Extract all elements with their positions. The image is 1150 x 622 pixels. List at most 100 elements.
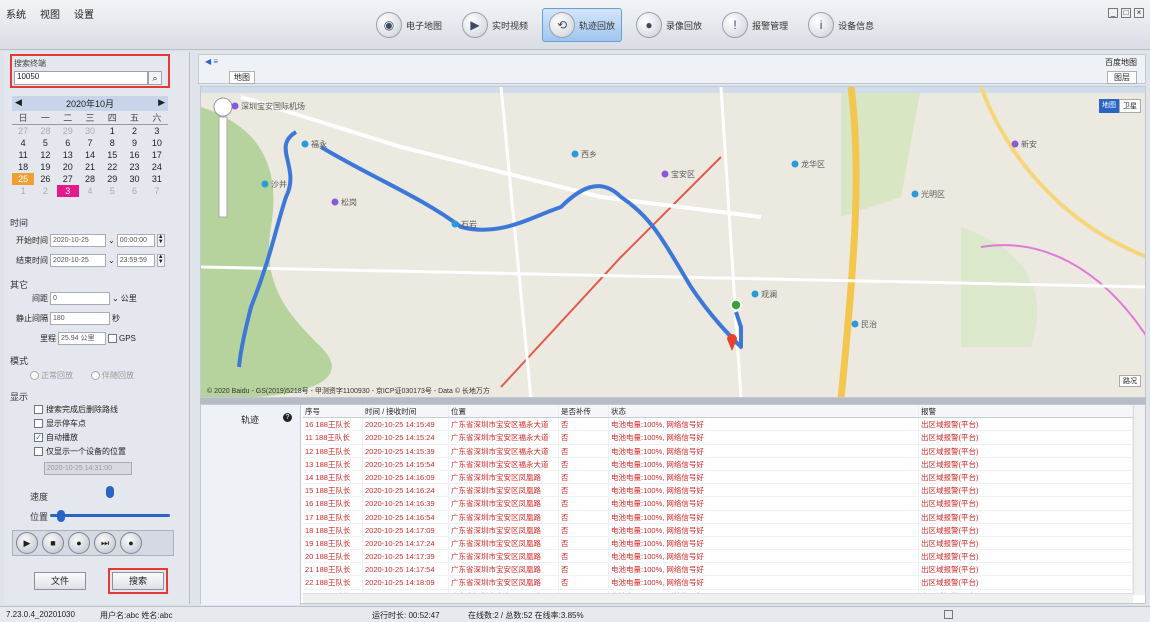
module-alarm-management[interactable]: ! 报警管理 (716, 8, 794, 42)
calendar-day[interactable]: 12 (34, 149, 56, 161)
calendar-day[interactable]: 26 (34, 173, 56, 185)
calendar-day[interactable]: 3 (56, 185, 79, 197)
start-date-field[interactable]: 2020-10-25 (50, 234, 106, 247)
module-electronic-map[interactable]: ◉ 电子地图 (370, 8, 448, 42)
calendar-day[interactable]: 28 (79, 173, 101, 185)
column-header[interactable]: 是否补传 (559, 405, 609, 418)
end-date-dropdown-icon[interactable]: ⌄ (108, 256, 115, 265)
calendar-day[interactable]: 9 (123, 137, 145, 149)
column-header[interactable]: 序号 (303, 405, 363, 418)
calendar-day[interactable]: 4 (12, 137, 34, 149)
next-month-icon[interactable]: ▶ (158, 97, 165, 110)
calendar-day[interactable]: 13 (57, 149, 79, 161)
end-time-spinner[interactable]: ▲ ▼ (156, 254, 165, 267)
calendar-day[interactable]: 20 (57, 161, 79, 173)
menu-settings[interactable]: 设置 (74, 6, 94, 21)
map-collapse-icon[interactable]: ◀ ≡ (205, 57, 218, 66)
calendar-day[interactable]: 8 (101, 137, 123, 149)
table-row[interactable]: 11 188王队长 2020-10-25 14:15:24 广东省深圳市宝安区福永大… (303, 431, 1133, 445)
map-canvas[interactable]: © 2020 Baidu - GS(2019)5218号 - 甲测资字11009… (201, 87, 1146, 398)
start-date-dropdown-icon[interactable]: ⌄ (108, 236, 115, 245)
distance-dropdown-icon[interactable]: ⌄ (112, 294, 119, 303)
search-button[interactable]: 搜索 (112, 572, 164, 590)
calendar-day[interactable]: 5 (34, 137, 56, 149)
calendar-day[interactable]: 1 (101, 125, 123, 137)
module-live-video[interactable]: ▶ 实时视频 (456, 8, 534, 42)
stop-interval-field[interactable]: 180 (50, 312, 110, 325)
calendar-day[interactable]: 28 (34, 125, 56, 137)
calendar-day[interactable]: 27 (57, 173, 79, 185)
display-option-1[interactable]: 搜索完成后删除路线 (34, 404, 118, 415)
map-tab[interactable]: 地图 (229, 71, 255, 84)
traffic-button[interactable]: 路况 (1119, 375, 1141, 387)
record-icon[interactable]: ● (68, 532, 90, 554)
map-type-satellite[interactable]: 卫星 (1119, 99, 1141, 113)
delete-route-checkbox[interactable] (34, 405, 43, 414)
calendar-day[interactable]: 10 (146, 137, 168, 149)
end-time-field[interactable]: 23:59:59 (116, 254, 155, 267)
mode-follow-radio[interactable] (91, 371, 100, 380)
table-row[interactable]: 16 188王队长 2020-10-25 14:15:49 广东省深圳市宝安区福永大… (303, 418, 1133, 432)
maximize-icon[interactable]: □ (1121, 8, 1131, 18)
table-horizontal-scrollbar[interactable] (303, 593, 1133, 603)
column-header[interactable]: 时间 / 接收时间 (363, 405, 449, 418)
play-icon[interactable]: ▶ (16, 532, 38, 554)
calendar-day[interactable]: 22 (101, 161, 123, 173)
calendar-day[interactable]: 21 (79, 161, 101, 173)
calendar-day[interactable]: 2 (123, 125, 145, 137)
calendar-day[interactable]: 15 (101, 149, 123, 161)
calendar-day[interactable]: 6 (123, 185, 145, 197)
calendar-day[interactable]: 24 (146, 161, 168, 173)
calendar-day[interactable]: 7 (146, 185, 168, 197)
column-header[interactable]: 报警 (919, 405, 1133, 418)
file-button[interactable]: 文件 (34, 572, 86, 590)
table-row[interactable]: 17 188王队长 2020-10-25 14:16:54 广东省深圳市宝安区凤凰路… (303, 510, 1133, 524)
table-row[interactable]: 20 188王队长 2020-10-25 14:17:39 广东省深圳市宝安区凤凰路… (303, 550, 1133, 564)
display-option-2[interactable]: 显示停车点 (34, 418, 86, 429)
column-header[interactable]: 状态 (609, 405, 919, 418)
column-header[interactable]: 位置 (449, 405, 559, 418)
prev-month-icon[interactable]: ◀ (15, 97, 22, 110)
table-row[interactable]: 21 188王队长 2020-10-25 14:17:54 广东省深圳市宝安区凤凰路… (303, 563, 1133, 577)
display-option-4[interactable]: 仅显示一个设备的位置 (34, 446, 126, 457)
start-time-field[interactable]: 00:00:00 (116, 234, 155, 247)
table-row[interactable]: 12 188王队长 2020-10-25 14:15:39 广东省深圳市宝安区福永大… (303, 444, 1133, 458)
search-input[interactable]: 10050 (14, 71, 148, 85)
autoplay-checkbox[interactable]: ✓ (34, 433, 43, 442)
calendar-day[interactable]: 1 (12, 185, 34, 197)
calendar-day[interactable]: 19 (34, 161, 56, 173)
module-device-info[interactable]: i 设备信息 (802, 8, 880, 42)
module-track-playback[interactable]: ⟲ 轨迹回放 (542, 8, 623, 42)
calendar-day[interactable]: 2 (34, 185, 56, 197)
status-toggle-icon[interactable] (944, 610, 953, 619)
calendar-day[interactable]: 17 (146, 149, 168, 161)
calendar-day[interactable]: 29 (57, 125, 79, 137)
position-slider-knob[interactable] (56, 510, 65, 522)
calendar-day[interactable]: 27 (12, 125, 34, 137)
layer-dropdown[interactable]: 图层 (1107, 71, 1137, 84)
calendar-day[interactable]: 16 (123, 149, 145, 161)
calendar-day[interactable]: 5 (101, 185, 123, 197)
distance-field[interactable]: 0 (50, 292, 110, 305)
stop-icon[interactable]: ■ (42, 532, 64, 554)
display-option-3[interactable]: ✓ 自动播放 (34, 432, 78, 443)
step-icon[interactable]: ⏭ (94, 532, 116, 554)
calendar-day[interactable]: 23 (123, 161, 145, 173)
minimize-icon[interactable]: _ (1108, 8, 1118, 18)
table-row[interactable]: 19 188王队长 2020-10-25 14:17:24 广东省深圳市宝安区凤凰路… (303, 536, 1133, 551)
calendar-day[interactable]: 30 (79, 125, 101, 137)
table-row[interactable]: 18 188王队长 2020-10-25 14:17:09 广东省深圳市宝安区凤凰路… (303, 523, 1133, 537)
speed-slider[interactable] (106, 486, 114, 498)
table-row[interactable]: 15 188王队长 2020-10-25 14:16:24 广东省深圳市宝安区凤凰路… (303, 484, 1133, 498)
calendar-day[interactable]: 11 (12, 149, 34, 161)
gps-checkbox[interactable] (108, 334, 117, 343)
table-row[interactable]: 16 188王队长 2020-10-25 14:16:39 广东省深圳市宝安区凤凰路… (303, 497, 1133, 511)
search-icon[interactable]: ⌕ (148, 71, 162, 85)
single-device-checkbox[interactable] (34, 447, 43, 456)
end-date-field[interactable]: 2020-10-25 (50, 254, 106, 267)
menu-view[interactable]: 视图 (40, 6, 60, 21)
start-time-spinner[interactable]: ▲ ▼ (156, 234, 165, 247)
show-stops-checkbox[interactable] (34, 419, 43, 428)
calendar-day[interactable]: 31 (146, 173, 168, 185)
table-row[interactable]: 13 188王队长 2020-10-25 14:15:54 广东省深圳市宝安区福永大… (303, 457, 1133, 471)
